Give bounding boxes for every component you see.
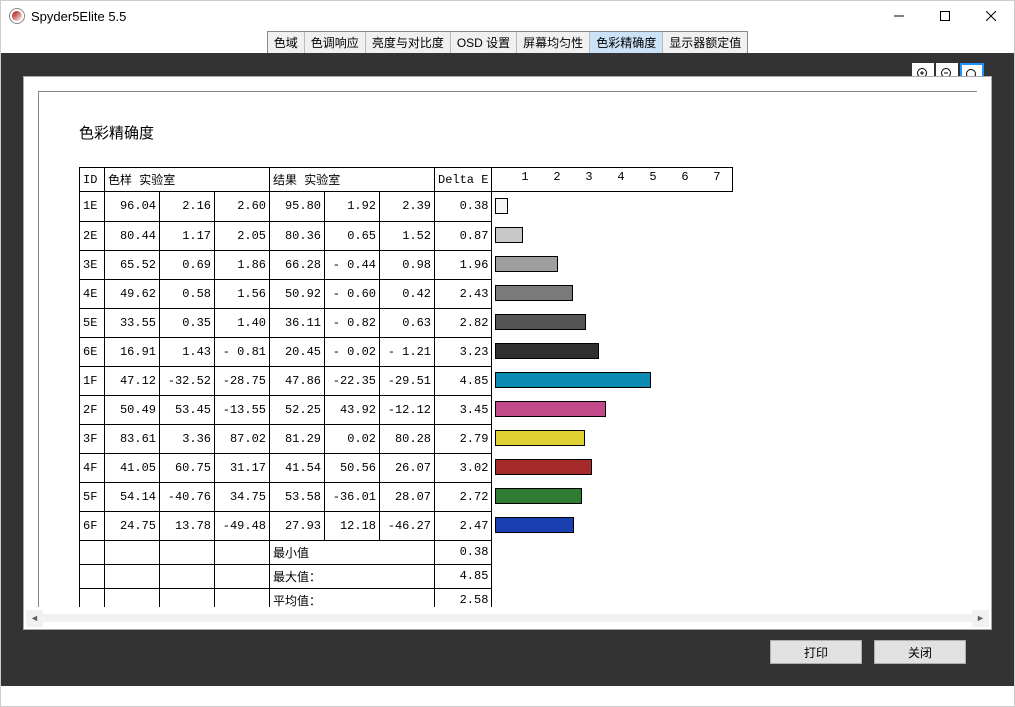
minimize-icon xyxy=(894,11,904,21)
close-action-button[interactable]: 关闭 xyxy=(874,640,966,664)
app-body: 色域色调响应亮度与对比度OSD 设置屏幕均匀性色彩精确度显示器额定值 色彩精确度… xyxy=(1,31,1014,686)
window-controls xyxy=(876,1,1014,31)
button-row: 打印 关闭 xyxy=(23,630,992,674)
header-delta: Delta E xyxy=(435,168,492,192)
header-sample: 色样 实验室 xyxy=(105,168,270,192)
maximize-button[interactable] xyxy=(922,1,968,31)
summary-row: 最小值0.38 xyxy=(80,540,733,564)
table-row: 4E49.62 0.58 1.5650.92- 0.60 0.422.43 xyxy=(80,279,733,308)
tab-5[interactable]: 色彩精确度 xyxy=(590,32,663,53)
print-button[interactable]: 打印 xyxy=(770,640,862,664)
close-button[interactable] xyxy=(968,1,1014,31)
page-area[interactable]: 色彩精确度 ID色样 实验室结果 实验室Delta E12345671E96.0… xyxy=(38,91,977,607)
table-row: 2E80.44 1.17 2.0580.36 0.65 1.520.87 xyxy=(80,221,733,250)
table-row: 1E96.04 2.16 2.6095.80 1.92 2.390.38 xyxy=(80,192,733,222)
scroll-right-arrow[interactable]: ► xyxy=(972,610,989,627)
tab-0[interactable]: 色域 xyxy=(268,32,305,53)
table-row: 4F41.05 60.75 31.1741.54 50.56 26.073.02 xyxy=(80,453,733,482)
table-row: 3F83.61 3.36 87.0281.29 0.02 80.282.79 xyxy=(80,424,733,453)
scroll-left-arrow[interactable]: ◄ xyxy=(26,610,43,627)
tabs-strip: 色域色调响应亮度与对比度OSD 设置屏幕均匀性色彩精确度显示器额定值 xyxy=(1,31,1014,54)
chart-bar-cell xyxy=(492,482,733,511)
chart-bar-cell xyxy=(492,279,733,308)
tab-1[interactable]: 色调响应 xyxy=(305,32,366,53)
window-title: Spyder5Elite 5.5 xyxy=(31,9,126,24)
summary-row: 最大值：4.85 xyxy=(80,564,733,588)
chart-bar-cell xyxy=(492,453,733,482)
chart-axis-header: 1234567 xyxy=(492,168,733,192)
page-title: 色彩精确度 xyxy=(79,122,937,143)
dark-wrap: 色彩精确度 ID色样 实验室结果 实验室Delta E12345671E96.0… xyxy=(1,54,1014,686)
horizontal-scrollbar[interactable]: ◄ ► xyxy=(26,609,989,627)
chart-bar-cell xyxy=(492,511,733,540)
tab-3[interactable]: OSD 设置 xyxy=(451,32,517,53)
chart-bar-cell xyxy=(492,308,733,337)
table-row: 6E16.91 1.43- 0.8120.45- 0.02- 1.213.23 xyxy=(80,337,733,366)
table-row: 6F24.75 13.78-49.4827.93 12.18-46.272.47 xyxy=(80,511,733,540)
chart-bar-cell xyxy=(492,250,733,279)
app-icon xyxy=(9,8,25,24)
table-row: 3E65.52 0.69 1.8666.28- 0.44 0.981.96 xyxy=(80,250,733,279)
tab-2[interactable]: 亮度与对比度 xyxy=(366,32,451,53)
table-row: 1F47.12-32.52-28.7547.86-22.35-29.514.85 xyxy=(80,366,733,395)
close-icon xyxy=(986,11,996,21)
report-page: 色彩精确度 ID色样 实验室结果 实验室Delta E12345671E96.0… xyxy=(38,91,977,607)
print-preview-viewer: 色彩精确度 ID色样 实验室结果 实验室Delta E12345671E96.0… xyxy=(23,76,992,630)
chart-bar-cell xyxy=(492,424,733,453)
table-row: 5E33.55 0.35 1.4036.11- 0.82 0.632.82 xyxy=(80,308,733,337)
chart-bar-cell xyxy=(492,366,733,395)
footer-gap xyxy=(1,686,1014,706)
table-row: 2F50.49 53.45-13.5552.25 43.92-12.123.45 xyxy=(80,395,733,424)
chart-bar-cell xyxy=(492,192,733,222)
header-result: 结果 实验室 xyxy=(270,168,435,192)
color-accuracy-table: ID色样 实验室结果 实验室Delta E12345671E96.04 2.16… xyxy=(79,167,733,607)
scroll-track[interactable] xyxy=(43,614,972,622)
title-bar: Spyder5Elite 5.5 xyxy=(1,1,1014,31)
header-id: ID xyxy=(80,168,105,192)
chart-bar-cell xyxy=(492,395,733,424)
chart-bar-cell xyxy=(492,337,733,366)
chart-bar-cell xyxy=(492,221,733,250)
app-window: Spyder5Elite 5.5 色域色调响应亮度与对比度OSD 设置屏幕均匀性… xyxy=(0,0,1015,707)
tab-6[interactable]: 显示器额定值 xyxy=(663,32,747,53)
maximize-icon xyxy=(940,11,950,21)
summary-row: 平均值：2.58 xyxy=(80,588,733,607)
minimize-button[interactable] xyxy=(876,1,922,31)
tab-4[interactable]: 屏幕均匀性 xyxy=(517,32,590,53)
table-row: 5F54.14-40.76 34.7553.58-36.01 28.072.72 xyxy=(80,482,733,511)
